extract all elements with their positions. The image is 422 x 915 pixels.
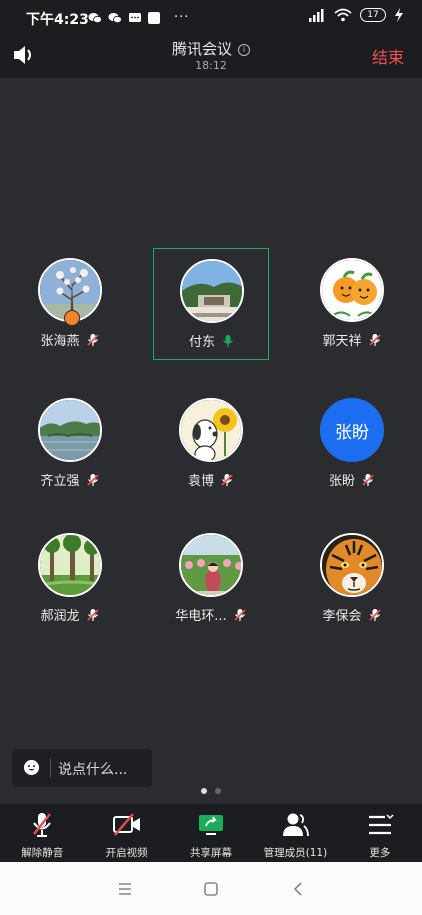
more-notifications-icon: ··· (174, 10, 190, 25)
mic-muted-icon (86, 474, 99, 486)
participant-tile[interactable]: 齐立强 (12, 388, 128, 500)
mic-muted-icon (33, 813, 52, 837)
page-dot-active[interactable] (201, 788, 207, 794)
mic-speaking-icon (223, 335, 233, 347)
emoji-icon[interactable] (24, 760, 39, 775)
mic-muted-icon (362, 474, 374, 486)
app-notification-icon (148, 11, 160, 24)
avatar: 张盼 (320, 398, 384, 462)
share-screen-icon (199, 815, 224, 835)
participant-name-text: 郝润龙 (40, 609, 80, 624)
meeting-elapsed-time: 18:12 (195, 59, 227, 72)
message-icon (129, 12, 141, 22)
participant-name: 华电环... (153, 605, 269, 624)
participant-name: 张盼 (294, 470, 410, 489)
mic-muted-icon (368, 334, 381, 346)
start-video-button[interactable]: 开启视频 (84, 804, 168, 862)
share-screen-button[interactable]: 共享屏幕 (169, 804, 253, 862)
wechat-icon (108, 12, 122, 23)
manage-members-button[interactable]: 管理成员(11) (253, 804, 337, 862)
avatar (320, 258, 384, 322)
participant-tile[interactable]: 李保会 (294, 523, 410, 635)
participant-tile[interactable]: 张盼 张盼 (294, 388, 410, 500)
more-menu-icon (368, 814, 394, 835)
signal-icon (309, 8, 324, 22)
meeting-title: 腾讯会议 i (0, 38, 422, 59)
avatar (179, 533, 243, 597)
mic-muted-icon (86, 334, 99, 346)
battery-icon: 17 (360, 8, 386, 22)
mic-muted-icon (221, 474, 233, 486)
participant-tile[interactable]: 郝润龙 (12, 523, 128, 635)
participant-name-text: 张盼 (328, 474, 355, 489)
mic-muted-icon (368, 609, 381, 621)
share-screen-label: 共享屏幕 (190, 847, 233, 859)
participant-tile-active-speaker[interactable]: 付东 (153, 248, 269, 360)
unmute-button[interactable]: 解除静音 (0, 804, 84, 862)
avatar (38, 398, 102, 462)
chat-divider (50, 759, 51, 777)
unmute-label: 解除静音 (21, 847, 64, 859)
participant-name-text: 齐立强 (40, 474, 80, 489)
participant-name: 李保会 (294, 605, 410, 624)
wifi-icon (334, 8, 352, 22)
mic-muted-icon (86, 609, 99, 621)
participant-name: 齐立强 (12, 470, 128, 489)
wechat-icon (88, 12, 102, 23)
start-video-label: 开启视频 (105, 847, 148, 859)
avatar (180, 259, 244, 323)
participant-tile[interactable]: 袁博 (153, 388, 269, 500)
system-indicators: 17 (308, 8, 404, 22)
participant-name: 郝润龙 (12, 605, 128, 624)
status-bar: 下午4:23 ··· 17 (0, 0, 422, 34)
system-navigation-bar (0, 862, 422, 915)
end-meeting-button[interactable]: 结束 (372, 44, 404, 68)
members-icon (283, 813, 310, 837)
video-off-icon (112, 813, 140, 836)
participant-name: 付东 (154, 331, 270, 350)
host-badge-icon (64, 310, 80, 326)
page-indicator (0, 788, 422, 794)
charging-icon (395, 8, 403, 22)
notification-icons: ··· (88, 10, 189, 25)
avatar-initials: 张盼 (335, 422, 369, 443)
participant-tile[interactable]: 华电环... (153, 523, 269, 635)
participant-tile[interactable]: 张海燕 (12, 248, 128, 360)
manage-members-label: 管理成员(11) (263, 847, 328, 859)
participant-name-text: 付东 (188, 335, 215, 350)
back-icon[interactable] (290, 880, 308, 898)
meeting-header: 腾讯会议 i 18:12 结束 (0, 34, 422, 78)
participant-name-text: 郭天祥 (322, 334, 362, 349)
chat-input[interactable]: 说点什么... (12, 749, 152, 787)
home-icon[interactable] (202, 880, 220, 898)
meeting-title-text: 腾讯会议 (171, 40, 232, 58)
participant-name: 郭天祥 (294, 330, 410, 349)
avatar (179, 398, 243, 462)
recent-apps-icon[interactable] (116, 880, 134, 898)
chat-placeholder: 说点什么... (58, 762, 128, 778)
page-dot[interactable] (215, 788, 221, 794)
more-label: 更多 (369, 847, 391, 859)
more-button[interactable]: 更多 (338, 804, 422, 862)
avatar (38, 533, 102, 597)
participant-name-text: 张海燕 (40, 334, 80, 349)
status-time: 下午4:23 (26, 12, 89, 28)
participant-name: 张海燕 (12, 330, 128, 349)
participant-name-text: 李保会 (322, 609, 362, 624)
participant-name-text: 华电环... (175, 609, 227, 624)
mic-muted-icon (234, 609, 246, 621)
participant-name-text: 袁博 (187, 474, 214, 489)
avatar (320, 533, 384, 597)
meeting-toolbar: 解除静音 开启视频 共享屏幕 管理成员(11) 更多 (0, 804, 422, 862)
meeting-info-icon[interactable]: i (238, 44, 250, 56)
participant-name: 袁博 (153, 470, 269, 489)
participant-tile[interactable]: 郭天祥 (294, 248, 410, 360)
